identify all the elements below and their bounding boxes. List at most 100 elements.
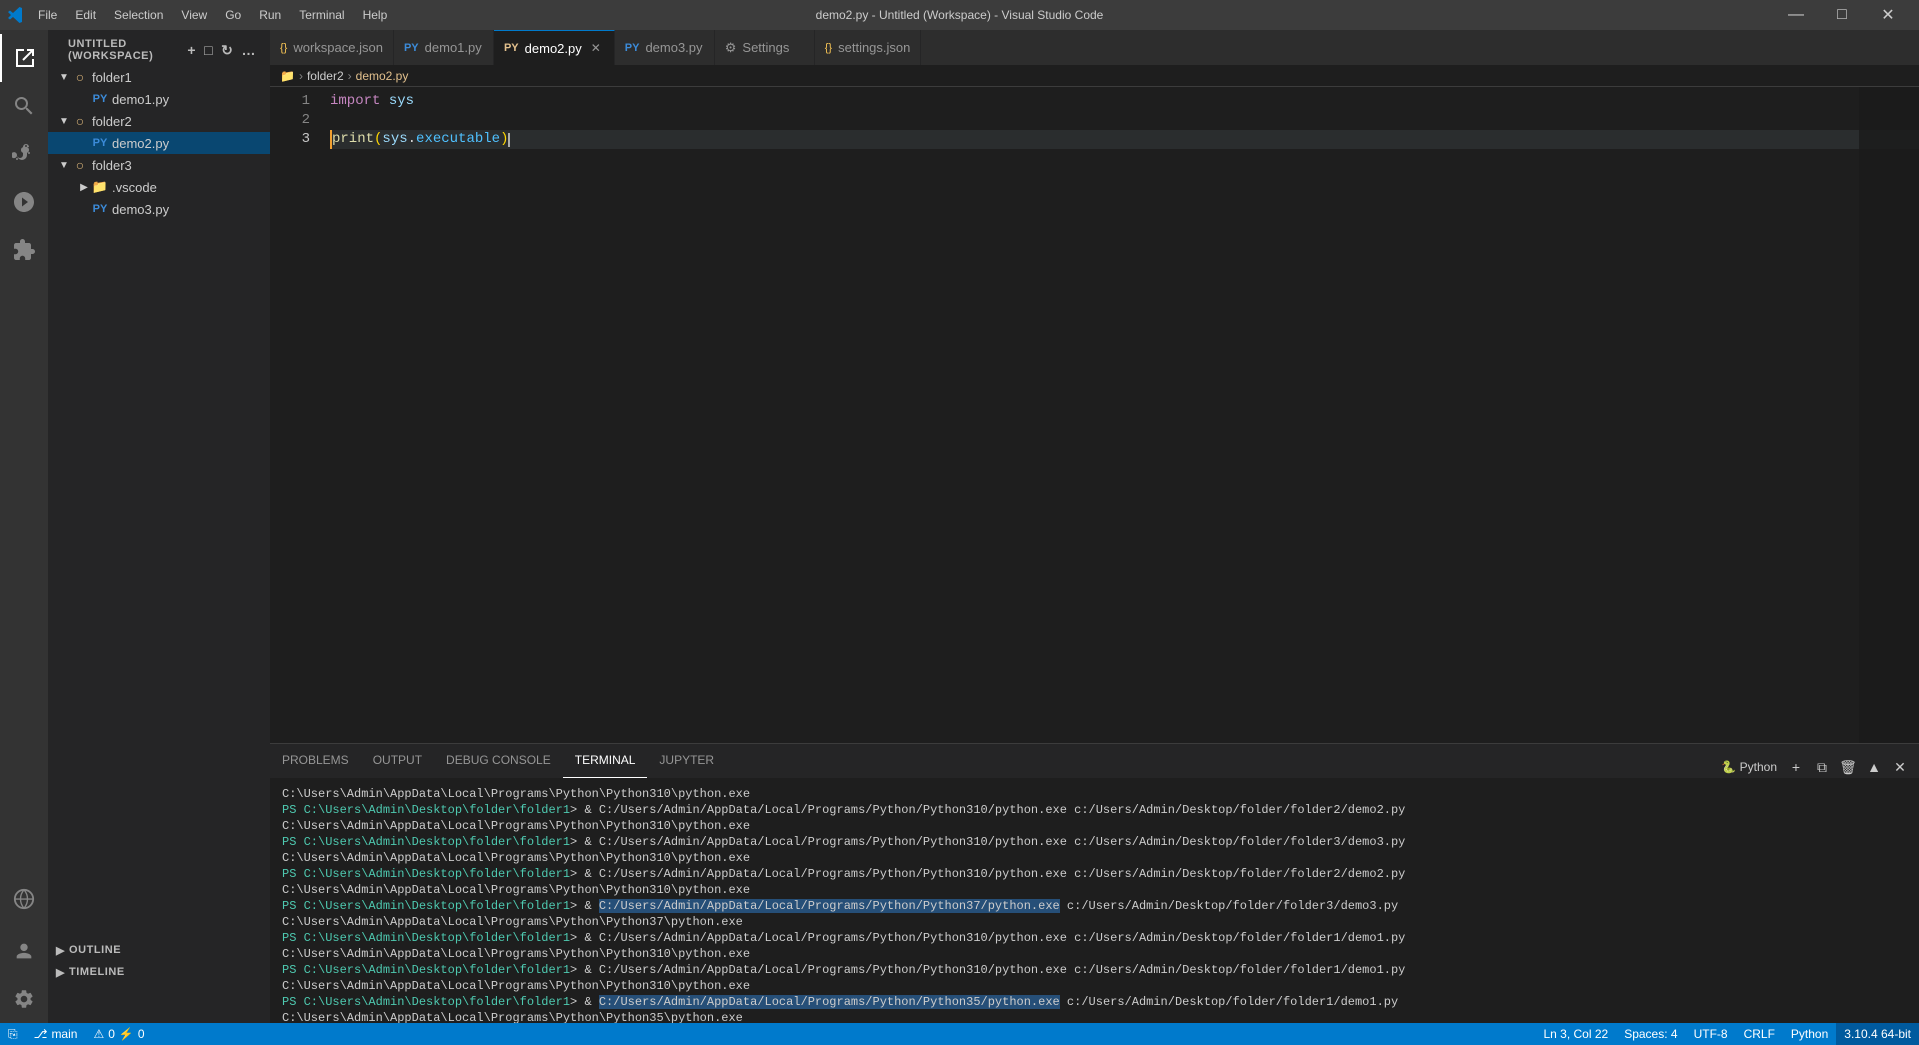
python-version-status[interactable]: 3.10.4 64-bit — [1836, 1023, 1919, 1045]
explorer-activity-icon[interactable] — [0, 34, 48, 82]
cursor-position-label: Ln 3, Col 22 — [1543, 1027, 1608, 1041]
tab-settings-json[interactable]: {} settings.json — [815, 30, 922, 65]
new-terminal-button[interactable]: + — [1785, 756, 1807, 778]
terminal-content[interactable]: C:\Users\Admin\AppData\Local\Programs\Py… — [270, 778, 1919, 1023]
language-status[interactable]: Python — [1783, 1023, 1836, 1045]
titlebar-left: File Edit Selection View Go Run Terminal… — [8, 4, 395, 26]
tab-workspace-json[interactable]: {} workspace.json — [270, 30, 394, 65]
line-numbers: 1 2 3 — [270, 87, 320, 743]
menu-view[interactable]: View — [173, 4, 215, 26]
run-debug-activity-icon[interactable] — [0, 178, 48, 226]
terminal-line-13: C:\Users\Admin\AppData\Local\Programs\Py… — [282, 978, 1907, 994]
tree-arrow-demo2py — [76, 135, 92, 151]
terminal-type-label: 🐍 Python — [1721, 760, 1777, 774]
tab-workspace-json-icon: {} — [280, 42, 287, 54]
tab-demo3py[interactable]: PY demo3.py — [615, 30, 715, 65]
remote-status[interactable]: ⎘ — [0, 1023, 26, 1045]
breadcrumb-folder[interactable]: 📁 — [280, 69, 295, 83]
minimize-button[interactable]: — — [1773, 0, 1819, 30]
import-keyword: import — [330, 92, 380, 111]
line-num-3: 3 — [270, 130, 310, 149]
tree-item-folder1[interactable]: ▼ ○ folder1 — [48, 66, 270, 88]
git-branch-icon: ⎇ — [34, 1027, 48, 1041]
refresh-explorer-button[interactable]: ↻ — [219, 40, 235, 61]
menu-help[interactable]: Help — [355, 4, 396, 26]
tab-demo2py-close-button[interactable]: ✕ — [588, 40, 604, 56]
encoding-status[interactable]: UTF-8 — [1686, 1023, 1736, 1045]
cursor-position-status[interactable]: Ln 3, Col 22 — [1535, 1023, 1616, 1045]
settings-activity-icon[interactable] — [0, 975, 48, 1023]
panel-tab-problems[interactable]: PROBLEMS — [270, 743, 361, 778]
terminal-line-12: PS C:\Users\Admin\Desktop\folder\folder1… — [282, 962, 1907, 978]
breadcrumb-file-label[interactable]: demo2.py — [356, 69, 409, 83]
language-label: Python — [1791, 1027, 1828, 1041]
tree-arrow-folder1: ▼ — [56, 69, 72, 85]
source-control-activity-icon[interactable] — [0, 130, 48, 178]
tree-item-folder3[interactable]: ▼ ○ folder3 — [48, 154, 270, 176]
menu-selection[interactable]: Selection — [106, 4, 171, 26]
menu-edit[interactable]: Edit — [67, 4, 104, 26]
accounts-activity-icon[interactable] — [0, 927, 48, 975]
breadcrumb-separator2: › — [348, 69, 352, 83]
tree-item-demo1py[interactable]: PY demo1.py — [48, 88, 270, 110]
tab-settings-label: Settings — [742, 40, 789, 55]
remote-explorer-activity-icon[interactable] — [0, 875, 48, 923]
folder3-icon: ○ — [72, 157, 88, 173]
line-ending-status[interactable]: CRLF — [1736, 1023, 1783, 1045]
python-version-label: 3.10.4 64-bit — [1844, 1027, 1911, 1041]
tab-settings[interactable]: ⚙ Settings — [715, 30, 815, 65]
tree-item-vscode[interactable]: ▶ 📁 .vscode — [48, 176, 270, 198]
panel-tab-debug-console[interactable]: DEBUG CONSOLE — [434, 743, 563, 778]
statusbar: ⎘ ⎇ main ⚠ 0 ⚡ 0 Ln 3, Col 22 Spaces: 4 … — [0, 1023, 1919, 1045]
code-area[interactable]: import sys print(sys.executable) — [320, 87, 1919, 743]
errors-status[interactable]: ⚠ 0 ⚡ 0 — [85, 1023, 152, 1045]
kill-terminal-button[interactable]: 🗑 — [1837, 756, 1859, 778]
menu-file[interactable]: File — [30, 4, 65, 26]
tree-item-folder2[interactable]: ▼ ○ folder2 — [48, 110, 270, 132]
tab-demo2py[interactable]: PY demo2.py ✕ — [494, 30, 615, 65]
maximize-panel-button[interactable]: ▲ — [1863, 756, 1885, 778]
breadcrumb-folder-label[interactable]: folder2 — [307, 69, 344, 83]
terminal-line-8: PS C:\Users\Admin\Desktop\folder\folder1… — [282, 898, 1907, 914]
terminal-line-9: C:\Users\Admin\AppData\Local\Programs\Py… — [282, 914, 1907, 930]
timeline-section-header[interactable]: ▶ TIMELINE — [48, 961, 270, 983]
warning-count: 0 — [138, 1027, 145, 1041]
code-line-2 — [330, 111, 1919, 130]
panel-tab-terminal[interactable]: TERMINAL — [563, 743, 648, 778]
maximize-button[interactable]: □ — [1819, 0, 1865, 30]
tree-item-demo3py[interactable]: PY demo3.py — [48, 198, 270, 220]
new-folder-button[interactable]: □ — [202, 40, 215, 61]
panel-tabs: PROBLEMS OUTPUT DEBUG CONSOLE TERMINAL J… — [270, 743, 1919, 778]
line-ending-label: CRLF — [1744, 1027, 1775, 1041]
line-num-2: 2 — [270, 111, 310, 130]
menu-go[interactable]: Go — [217, 4, 249, 26]
print-function: print — [332, 130, 374, 149]
menu-terminal[interactable]: Terminal — [291, 4, 352, 26]
collapse-all-button[interactable]: … — [239, 40, 258, 61]
window-title: demo2.py - Untitled (Workspace) - Visual… — [816, 8, 1104, 22]
tab-demo3py-label: demo3.py — [645, 40, 702, 55]
extensions-activity-icon[interactable] — [0, 226, 48, 274]
search-activity-icon[interactable] — [0, 82, 48, 130]
menu-run[interactable]: Run — [251, 4, 289, 26]
close-button[interactable]: ✕ — [1865, 0, 1911, 30]
close-panel-button[interactable]: ✕ — [1889, 756, 1911, 778]
timeline-label: TIMELINE — [69, 966, 125, 978]
terminal-line-5: C:\Users\Admin\AppData\Local\Programs\Py… — [282, 850, 1907, 866]
indent-status[interactable]: Spaces: 4 — [1616, 1023, 1685, 1045]
folder1-label: folder1 — [92, 70, 132, 85]
panel-tab-output[interactable]: OUTPUT — [361, 743, 434, 778]
tree-item-demo2py[interactable]: PY demo2.py — [48, 132, 270, 154]
breadcrumb: 📁 › folder2 › demo2.py — [270, 65, 1919, 87]
statusbar-right: Ln 3, Col 22 Spaces: 4 UTF-8 CRLF Python… — [1535, 1023, 1919, 1045]
outline-section-header[interactable]: ▶ OUTLINE — [48, 939, 270, 961]
editor[interactable]: 1 2 3 import sys print(sys.executable) — [270, 87, 1919, 743]
branch-status[interactable]: ⎇ main — [26, 1023, 86, 1045]
split-terminal-button[interactable]: ⧉ — [1811, 756, 1833, 778]
new-file-button[interactable]: + — [185, 40, 198, 61]
tab-demo1py[interactable]: PY demo1.py — [394, 30, 494, 65]
panel-tab-jupyter[interactable]: JUPYTER — [647, 743, 726, 778]
folder2-label: folder2 — [92, 114, 132, 129]
tab-settings-json-label: settings.json — [838, 40, 910, 55]
folder2-icon: ○ — [72, 113, 88, 129]
